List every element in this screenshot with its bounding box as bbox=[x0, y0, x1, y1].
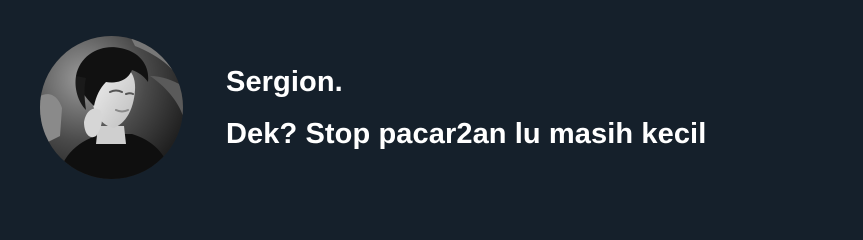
reply-card: Sergion. Dek? Stop pacar2an lu masih kec… bbox=[0, 0, 863, 240]
display-name[interactable]: Sergion. bbox=[226, 63, 706, 101]
post-content: Sergion. Dek? Stop pacar2an lu masih kec… bbox=[226, 63, 706, 153]
message-text: Dek? Stop pacar2an lu masih kecil bbox=[226, 118, 707, 150]
avatar[interactable] bbox=[40, 36, 183, 179]
avatar-photo-icon bbox=[40, 36, 183, 179]
